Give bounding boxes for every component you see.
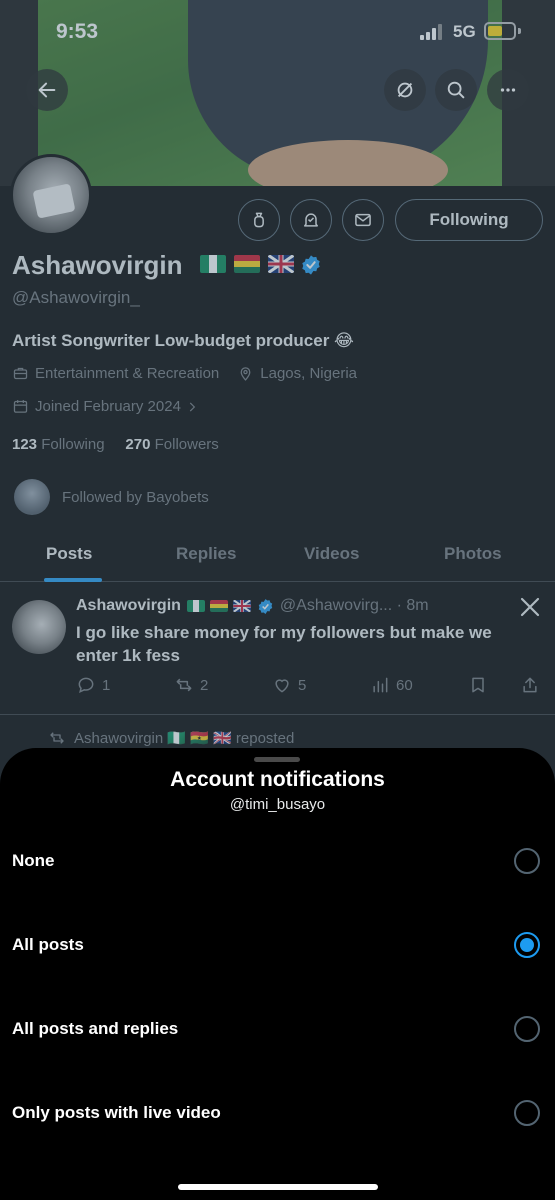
- sheet-title: Account notifications: [170, 768, 385, 791]
- radio-unchecked[interactable]: [514, 1100, 540, 1126]
- radio-unchecked[interactable]: [514, 848, 540, 874]
- option-label: None: [12, 851, 55, 870]
- option-label: All posts and replies: [12, 1019, 179, 1038]
- account-notifications-sheet: Account notifications @timi_busayo None …: [0, 748, 555, 1200]
- radio-unchecked[interactable]: [514, 1016, 540, 1042]
- sheet-subtitle: @timi_busayo: [229, 796, 326, 813]
- option-all-posts[interactable]: All posts: [0, 903, 555, 987]
- option-live-video[interactable]: Only posts with live video: [0, 1071, 555, 1155]
- option-label: All posts: [12, 935, 84, 954]
- home-indicator[interactable]: [178, 1184, 378, 1190]
- radio-checked[interactable]: [514, 932, 540, 958]
- option-none[interactable]: None: [0, 819, 555, 903]
- sheet-grabber[interactable]: [254, 757, 300, 762]
- option-label: Only posts with live video: [12, 1103, 221, 1122]
- option-all-posts-and-replies[interactable]: All posts and replies: [0, 987, 555, 1071]
